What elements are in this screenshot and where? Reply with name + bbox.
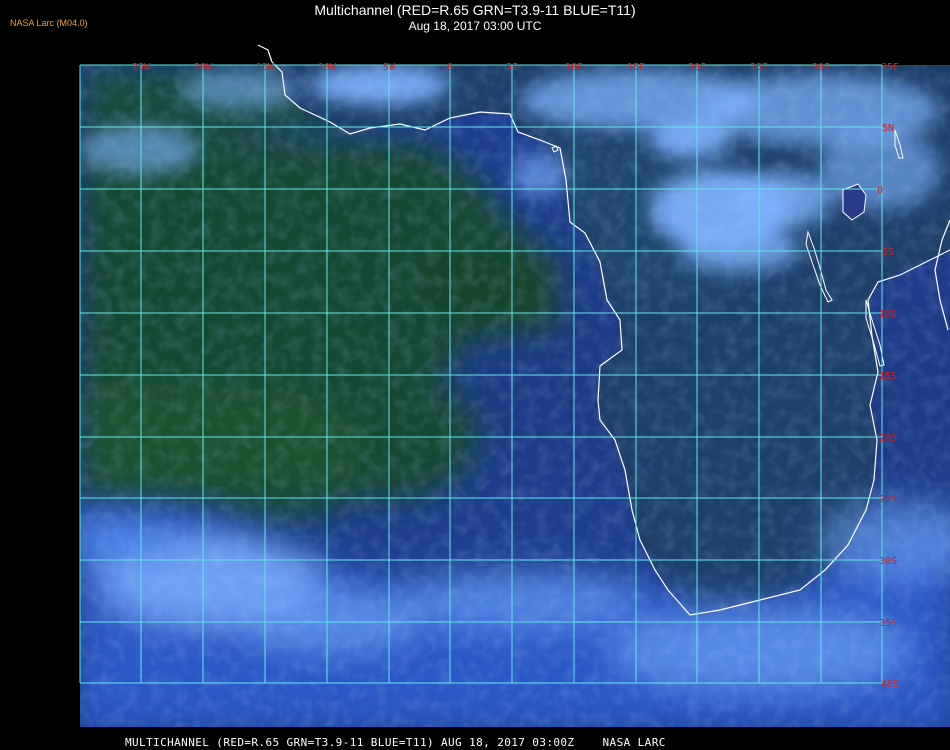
lat-label: 10S [879,309,897,320]
lat-label: 30S [879,556,897,567]
lat-label: 25S [879,494,897,505]
lon-label: 10E [565,62,583,73]
lon-label: 30E [812,62,830,73]
lon-label: 5W [383,62,396,73]
lat-label: 35S [879,618,897,629]
satellite-map: 25W 20W 15W 10W 5W 0 5E 10E 15E 20E 25E … [79,44,950,727]
lat-label: 40S [881,679,899,690]
lat-label: 5S [882,247,894,258]
lon-label: 25E [750,62,768,73]
lon-label: 0 [447,62,453,73]
lat-label: 5N [882,123,894,134]
lon-label: 35E [881,62,899,73]
lat-label: 15S [879,371,897,382]
lon-label: 25W [132,62,151,73]
lon-label: 15W [256,62,275,73]
lon-label: 10W [318,62,337,73]
lat-label: 20S [879,433,897,444]
lon-label: 20W [194,62,213,73]
lon-label: 20E [688,62,706,73]
lon-label: 15E [627,62,645,73]
lon-label: 5E [506,62,518,73]
footer-caption: MULTICHANNEL (RED=R.65 GRN=T3.9-11 BLUE=… [125,736,666,749]
lat-label: 0 [877,185,883,196]
